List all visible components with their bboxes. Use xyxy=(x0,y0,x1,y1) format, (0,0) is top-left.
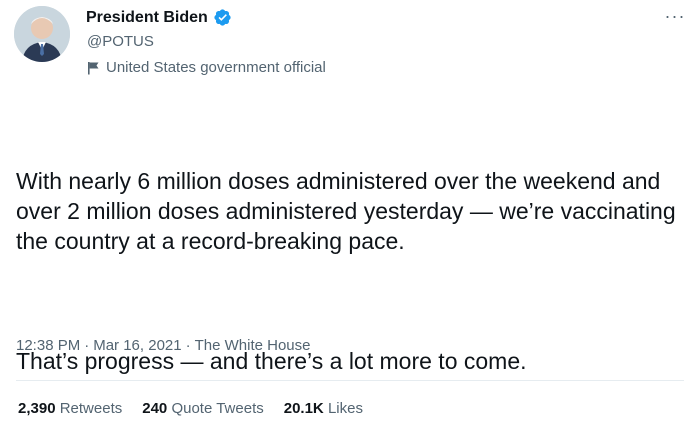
retweets-label: Retweets xyxy=(59,400,123,417)
divider xyxy=(16,380,684,381)
handle[interactable]: @POTUS xyxy=(87,33,154,50)
likes-stat[interactable]: 20.1K Likes xyxy=(284,400,363,417)
more-icon[interactable]: ··· xyxy=(660,4,690,28)
retweets-stat[interactable]: 2,390 Retweets xyxy=(18,400,122,417)
government-label[interactable]: United States government official xyxy=(87,59,326,76)
avatar[interactable] xyxy=(14,6,70,62)
quote-tweets-stat[interactable]: 240 Quote Tweets xyxy=(142,400,263,417)
tweet-text: With nearly 6 million doses administered… xyxy=(16,106,686,436)
retweets-count: 2,390 xyxy=(18,400,56,417)
tweet-date[interactable]: Mar 16, 2021 xyxy=(93,337,181,354)
meta-separator: · xyxy=(185,337,191,354)
meta-separator: · xyxy=(84,337,90,354)
tweet-card: President Biden @POTUS United States gov… xyxy=(0,0,700,427)
likes-count: 20.1K xyxy=(283,400,324,417)
avatar-image xyxy=(14,6,70,62)
tweet-paragraph-1: With nearly 6 million doses administered… xyxy=(16,168,683,254)
verified-badge-icon xyxy=(213,8,232,27)
tweet-metadata: 12:38 PM · Mar 16, 2021 · The White Hous… xyxy=(16,337,311,354)
tweet-source[interactable]: The White House xyxy=(195,337,311,354)
author-name-row: President Biden xyxy=(86,8,232,27)
government-label-text: United States government official xyxy=(106,59,326,76)
likes-label: Likes xyxy=(327,400,363,417)
tweet-time[interactable]: 12:38 PM xyxy=(16,337,80,354)
display-name[interactable]: President Biden xyxy=(86,9,208,27)
flag-icon xyxy=(87,61,100,75)
quotes-count: 240 xyxy=(142,400,168,417)
tweet-stats: 2,390 Retweets 240 Quote Tweets 20.1K Li… xyxy=(18,400,363,417)
quotes-label: Quote Tweets xyxy=(171,400,264,417)
